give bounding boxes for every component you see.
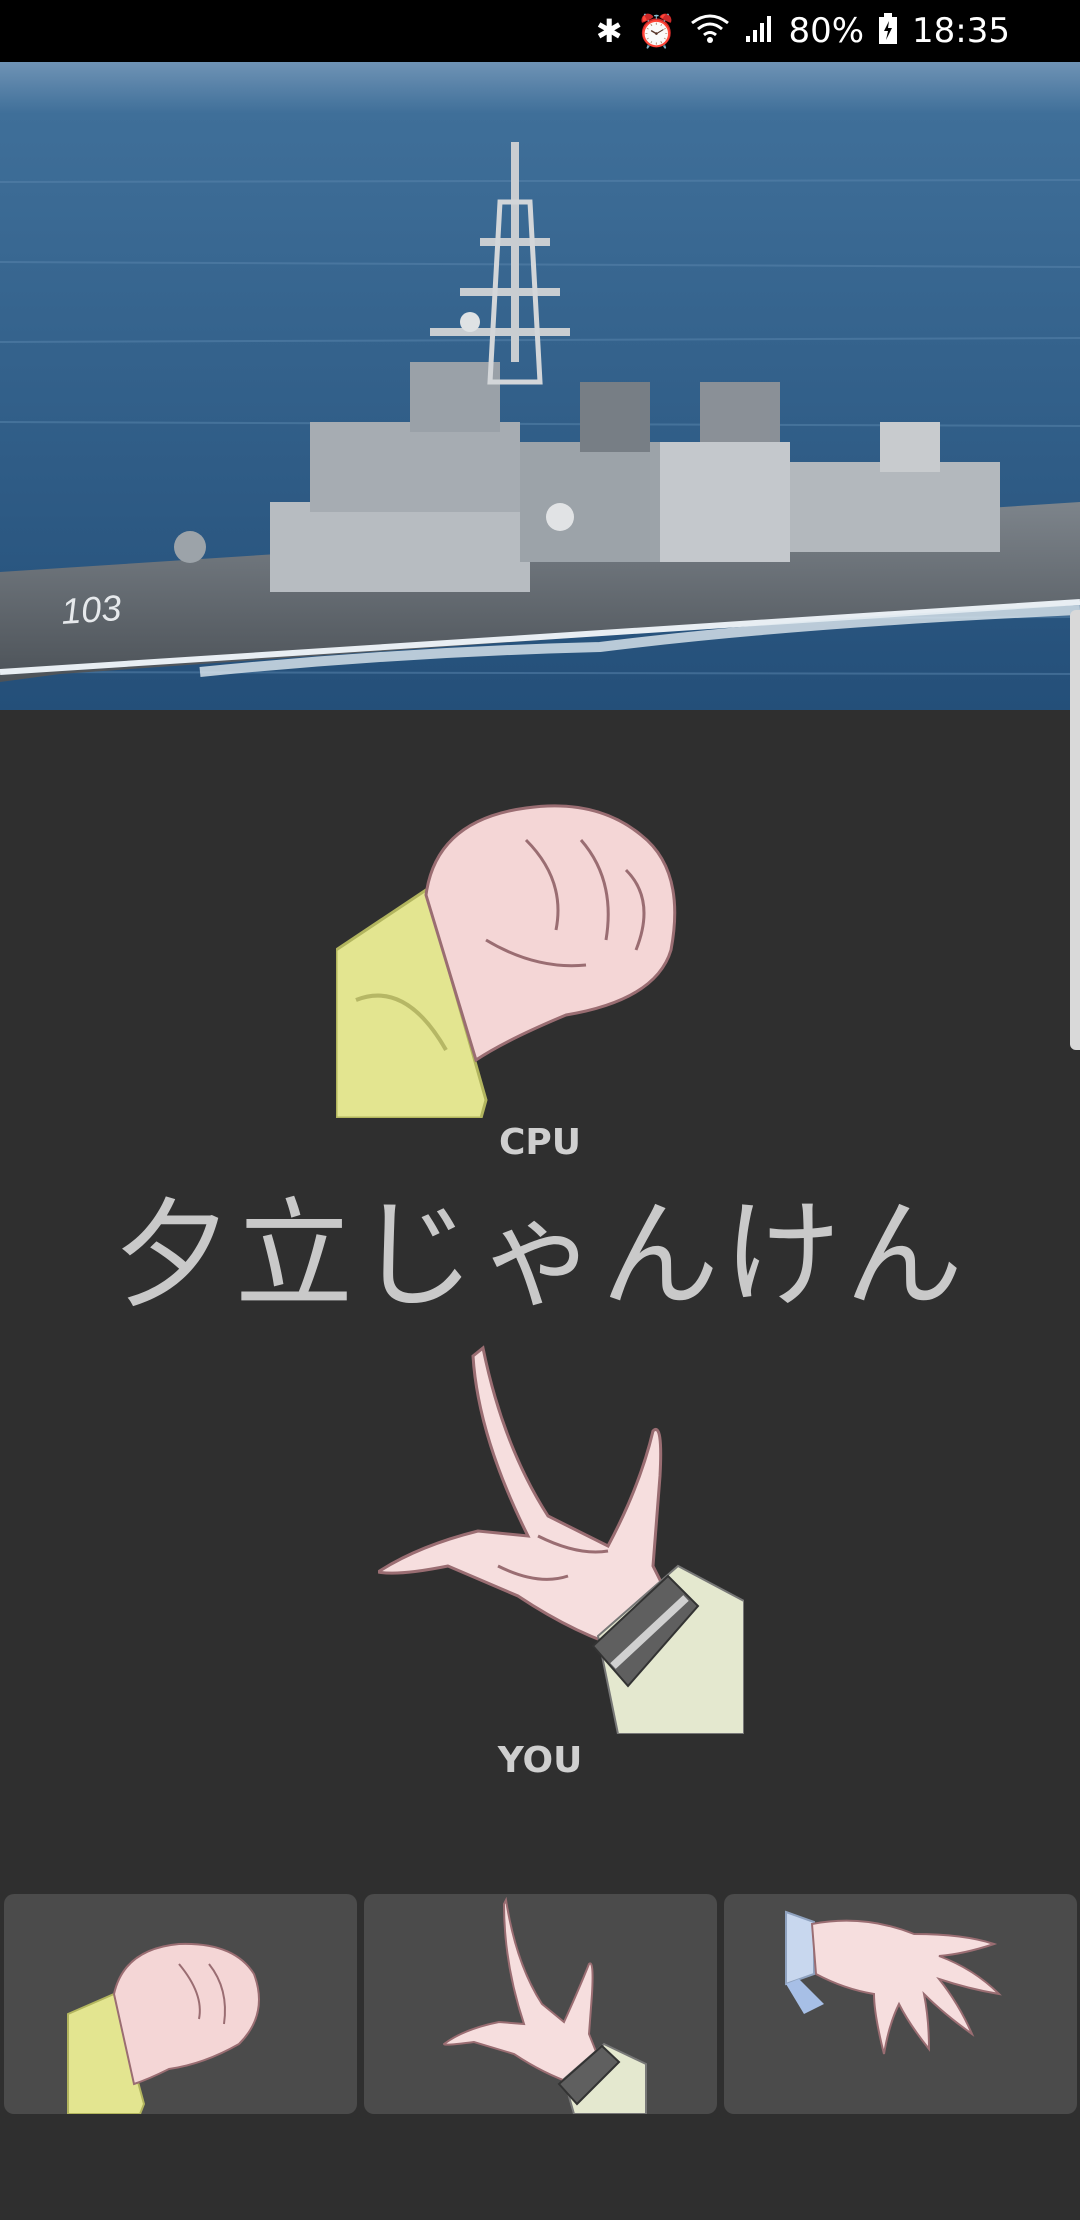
choice-paper-button[interactable] (724, 1894, 1077, 2114)
you-label: YOU (497, 1740, 583, 1781)
scissors-hand-icon (442, 1896, 647, 2114)
rock-hand-icon (67, 1942, 260, 2114)
battery-percent: 80% (788, 11, 865, 51)
scrollbar[interactable] (1070, 610, 1080, 1050)
cpu-label: CPU (498, 1122, 582, 1163)
choice-scissors-button[interactable] (364, 1894, 717, 2114)
game-title: 夕立じゃんけん (112, 1186, 967, 1324)
signal-icon (744, 14, 774, 49)
clock: 18:35 (912, 11, 1010, 51)
hull-number: 103 (60, 587, 123, 632)
bluetooth-icon: ✱ (595, 12, 623, 50)
paper-hand-icon (785, 1910, 1002, 2055)
wifi-icon (690, 13, 730, 50)
warship-photo: 103 (0, 62, 1080, 710)
battery-icon (878, 12, 898, 50)
alarm-icon: ⏰ (636, 12, 677, 50)
cpu-hand-rock-image (334, 800, 696, 1120)
status-bar: ✱ ⏰ 80% 18:35 (0, 0, 1080, 62)
player-hand-scissors-image (374, 1336, 745, 1735)
choice-rock-button[interactable] (4, 1894, 357, 2114)
